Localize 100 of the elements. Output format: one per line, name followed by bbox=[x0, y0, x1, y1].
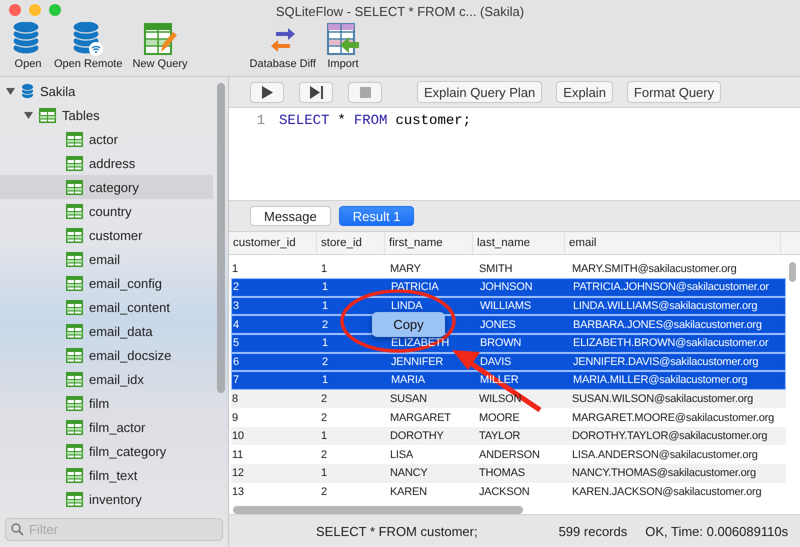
table-icon bbox=[66, 180, 83, 194]
tree-item[interactable]: film bbox=[0, 391, 213, 415]
table-cell: TAYLOR bbox=[479, 430, 520, 442]
run-button[interactable] bbox=[250, 82, 284, 102]
table-cell: SUSAN bbox=[390, 393, 427, 405]
table-cell: 1 bbox=[322, 300, 328, 312]
table-cell: 1 bbox=[321, 467, 327, 480]
table-icon bbox=[66, 204, 83, 218]
table-cell: 2 bbox=[322, 318, 328, 331]
toolbar-button[interactable]: Explain Query Plan bbox=[417, 81, 542, 103]
tree-item[interactable]: email_docsize bbox=[0, 343, 213, 367]
step-button[interactable] bbox=[299, 82, 333, 102]
table-cell: WILSON bbox=[479, 393, 522, 405]
table-row[interactable]: 8 2 SUSAN WILSON SUSAN.WILSON@sakilacustomer.org bbox=[231, 390, 786, 408]
toolbar-button[interactable]: Open bbox=[8, 22, 48, 70]
table-row[interactable]: 6 2 JENNIFER DAVIS JENNIFER.DAVIS@sakilacustomer.org bbox=[231, 352, 786, 372]
table-cell: 12 bbox=[232, 467, 244, 480]
table-cell: 2 bbox=[321, 486, 327, 498]
tree-item[interactable]: Sakila bbox=[0, 79, 213, 103]
tree-item[interactable]: Tables bbox=[0, 103, 213, 127]
toolbar-button[interactable]: Open Remote bbox=[50, 22, 126, 70]
table-icon bbox=[66, 492, 83, 506]
table-row[interactable]: 2 1 PATRICIA JOHNSON PATRICIA.JOHNSON@sakilacustomer.or bbox=[231, 278, 786, 297]
table-cell: ANDERSON bbox=[479, 448, 540, 461]
database-icon bbox=[21, 83, 34, 99]
tree-item[interactable]: inventory bbox=[0, 487, 213, 511]
expanded-triangle-icon[interactable] bbox=[24, 110, 33, 120]
copy-menu-item[interactable]: Copy bbox=[372, 312, 445, 337]
tree-item[interactable]: email_idx bbox=[0, 367, 213, 391]
table-pencil-icon bbox=[143, 22, 177, 56]
table-cell: 10 bbox=[232, 430, 244, 442]
scrollbar[interactable] bbox=[217, 83, 225, 393]
table-cell: KAREN bbox=[390, 486, 427, 498]
column-header[interactable]: last_name bbox=[473, 232, 565, 254]
table-cell: MARGARET.MOORE@sakilacustomer.org bbox=[572, 412, 774, 424]
column-header[interactable]: customer_id bbox=[229, 232, 317, 254]
tree-item[interactable]: email_content bbox=[0, 295, 213, 319]
tree-item[interactable]: film_text bbox=[0, 463, 213, 487]
table-cell: 6 bbox=[233, 356, 239, 368]
minimize-button[interactable] bbox=[29, 4, 41, 16]
column-header[interactable]: first_name bbox=[385, 232, 473, 254]
table-cell: ELIZABETH.BROWN@sakilacustomer.or bbox=[573, 337, 768, 350]
table-cell: 8 bbox=[232, 393, 238, 405]
table-icon bbox=[66, 228, 83, 242]
toolbar-button[interactable]: Database Diff bbox=[246, 22, 320, 70]
table-cell: MARGARET bbox=[390, 412, 451, 424]
table-cell: 13 bbox=[232, 486, 244, 498]
tree-item[interactable]: email_data bbox=[0, 319, 213, 343]
table-row[interactable]: 10 1 DOROTHY TAYLOR DOROTHY.TAYLOR@sakilacustomer.org bbox=[231, 426, 786, 446]
table-icon bbox=[66, 132, 83, 146]
table-arrow-icon bbox=[326, 22, 360, 56]
scrollbar[interactable] bbox=[233, 506, 523, 514]
tree-item[interactable]: email_config bbox=[0, 271, 213, 295]
column-header[interactable]: email bbox=[565, 232, 781, 254]
toolbar-button[interactable]: New Query bbox=[128, 22, 192, 70]
tree-item[interactable]: actor bbox=[0, 127, 213, 151]
table-cell: 4 bbox=[233, 318, 239, 331]
table-cell: LISA.ANDERSON@sakilacustomer.org bbox=[572, 448, 758, 461]
expanded-triangle-icon[interactable] bbox=[6, 86, 15, 96]
scrollbar[interactable] bbox=[789, 262, 796, 282]
database-wifi-icon bbox=[72, 22, 104, 56]
step-icon bbox=[308, 86, 324, 98]
table-cell: SMITH bbox=[479, 262, 512, 275]
table-icon bbox=[66, 276, 83, 290]
tree-item[interactable]: email bbox=[0, 247, 213, 271]
tree-item[interactable]: category bbox=[0, 175, 213, 199]
table-icon bbox=[66, 468, 83, 482]
stop-icon bbox=[360, 86, 370, 98]
table-cell: DOROTHY.TAYLOR@sakilacustomer.org bbox=[572, 430, 768, 442]
tree-item[interactable]: film_category bbox=[0, 439, 213, 463]
table-cell: JOHNSON bbox=[480, 281, 532, 294]
tree-item[interactable]: customer bbox=[0, 223, 213, 247]
table-cell: KAREN.JACKSON@sakilacustomer.org bbox=[572, 486, 762, 498]
toolbar-button[interactable]: Explain bbox=[556, 81, 613, 103]
table-cell: 5 bbox=[233, 337, 239, 350]
table-cell: LISA bbox=[390, 448, 414, 461]
line-number: 1 bbox=[256, 113, 266, 129]
result-tab[interactable]: Message bbox=[250, 206, 331, 226]
table-row[interactable]: 12 1 NANCY THOMAS NANCY.THOMAS@sakilacustomer.org bbox=[231, 464, 786, 483]
table-cell: 3 bbox=[233, 300, 239, 312]
window-title: SQLiteFlow - SELECT * FROM c... (Sakila) bbox=[276, 4, 524, 18]
result-tab[interactable]: Result 1 bbox=[338, 206, 414, 226]
tree-item[interactable]: address bbox=[0, 151, 213, 175]
tree-item[interactable]: country bbox=[0, 199, 213, 223]
table-row[interactable]: 3 1 LINDA WILLIAMS LINDA.WILLIAMS@sakilacustomer.org bbox=[231, 296, 786, 316]
tree-item[interactable]: film_actor bbox=[0, 415, 213, 439]
toolbar-button[interactable]: Format Query bbox=[626, 81, 722, 103]
toolbar-button[interactable]: Import bbox=[322, 22, 364, 70]
search-icon bbox=[11, 523, 24, 536]
zoom-button[interactable] bbox=[49, 4, 61, 16]
table-cell: MARIA bbox=[391, 374, 425, 386]
table-cell: PATRICIA bbox=[391, 281, 438, 294]
column-header[interactable]: store_id bbox=[317, 232, 385, 254]
close-button[interactable] bbox=[9, 4, 21, 16]
table-cell: 1 bbox=[321, 430, 327, 442]
table-icon bbox=[66, 156, 83, 170]
table-cell: MARY.SMITH@sakilacustomer.org bbox=[572, 262, 737, 275]
table-cell: SUSAN.WILSON@sakilacustomer.org bbox=[572, 393, 754, 405]
play-icon bbox=[261, 86, 273, 98]
table-cell: 1 bbox=[322, 337, 328, 350]
